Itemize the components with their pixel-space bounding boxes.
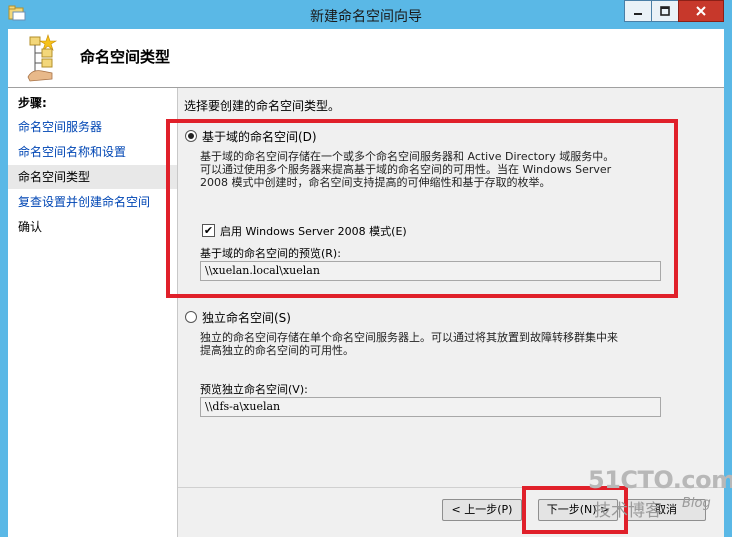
domain-namespace-radio[interactable]: [185, 130, 197, 142]
maximize-button[interactable]: [651, 0, 679, 22]
step-review-create[interactable]: 复查设置并创建命名空间: [8, 190, 177, 214]
ws2008-mode-checkbox[interactable]: ✔: [202, 224, 215, 237]
close-icon: [696, 6, 706, 16]
standalone-namespace-radio[interactable]: [185, 311, 197, 323]
steps-sidebar: 步骤: 命名空间服务器 命名空间名称和设置 命名空间类型 复查设置并创建命名空间…: [8, 88, 178, 537]
domain-description-line3: 2008 模式中创建时，命名空间支持提高的可伸缩性和基于存取的枚举。: [200, 176, 551, 189]
page-title: 命名空间类型: [80, 48, 171, 66]
footer-divider: [178, 487, 724, 488]
domain-namespace-label[interactable]: 基于域的命名空间(D): [202, 128, 317, 145]
maximize-icon: [660, 6, 670, 16]
close-button[interactable]: [678, 0, 724, 22]
minimize-button[interactable]: [624, 0, 652, 22]
step-namespace-name-settings[interactable]: 命名空间名称和设置: [8, 140, 177, 164]
namespace-tree-icon: [27, 34, 58, 82]
standalone-description-line2: 提高独立的命名空间的可用性。: [200, 344, 354, 357]
domain-preview-label: 基于域的命名空间的预览(R):: [200, 247, 341, 260]
standalone-preview-field[interactable]: \\dfs-a\xuelan: [200, 397, 661, 417]
wizard-header: 命名空间类型: [8, 29, 724, 88]
standalone-namespace-label[interactable]: 独立命名空间(S): [202, 309, 291, 326]
domain-description-line2: 可以通过使用多个服务器来提高基于域的命名空间的可用性。当在 Windows Se…: [200, 163, 612, 176]
domain-description-line1: 基于域的命名空间存储在一个或多个命名空间服务器和 Active Director…: [200, 150, 615, 163]
back-button[interactable]: < 上一步(P): [442, 499, 522, 521]
wizard-client-area: 命名空间类型 步骤: 命名空间服务器 命名空间名称和设置 命名空间类型 复查设置…: [8, 29, 724, 537]
cancel-button[interactable]: 取消: [626, 499, 706, 521]
standalone-preview-label: 预览独立命名空间(V):: [200, 383, 308, 396]
step-confirmation: 确认: [18, 220, 43, 234]
title-bar[interactable]: 新建命名空间向导: [0, 0, 732, 29]
step-namespace-type: 命名空间类型: [8, 165, 177, 189]
standalone-description-line1: 独立的命名空间存储在单个命名空间服务器上。可以通过将其放置到故障转移群集中来: [200, 331, 618, 344]
instruction-text: 选择要创建的命名空间类型。: [184, 99, 341, 113]
wizard-window: 新建命名空间向导 命名空间类型 步骤: 命名空间服务器 命名空间名称和设置 命名…: [0, 0, 732, 537]
minimize-icon: [634, 13, 642, 15]
next-button[interactable]: 下一步(N) >: [538, 499, 618, 521]
main-panel: 选择要创建的命名空间类型。 基于域的命名空间(D) 基于域的命名空间存储在一个或…: [178, 88, 724, 516]
domain-preview-field[interactable]: \\xuelan.local\xuelan: [200, 261, 661, 281]
step-namespace-server[interactable]: 命名空间服务器: [8, 115, 177, 139]
steps-heading: 步骤:: [18, 96, 47, 110]
window-title: 新建命名空间向导: [310, 9, 422, 25]
ws2008-mode-label[interactable]: 启用 Windows Server 2008 模式(E): [220, 223, 407, 239]
